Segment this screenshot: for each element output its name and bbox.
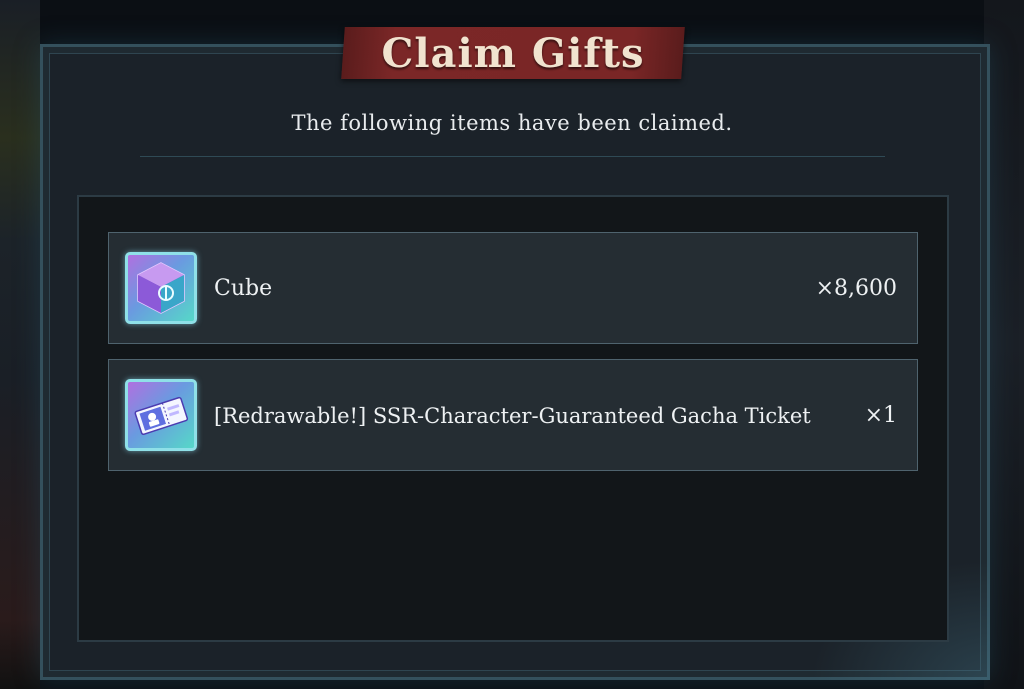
- cube-icon: [125, 252, 197, 324]
- divider: [140, 156, 885, 157]
- dialog-title: Claim Gifts: [381, 29, 645, 77]
- reward-item: [Redrawable!] SSR-Character-Guaranteed G…: [108, 359, 918, 471]
- item-name: Cube: [214, 276, 273, 301]
- dialog-subtitle: The following items have been claimed.: [291, 111, 733, 135]
- reward-item: Cube ×8,600: [108, 232, 918, 344]
- item-name: [Redrawable!] SSR-Character-Guaranteed G…: [214, 404, 811, 428]
- gacha-ticket-icon: [125, 379, 197, 451]
- background-left: [0, 0, 40, 689]
- item-quantity: ×8,600: [815, 276, 897, 301]
- background-right: [984, 0, 1024, 689]
- item-quantity: ×1: [864, 403, 897, 428]
